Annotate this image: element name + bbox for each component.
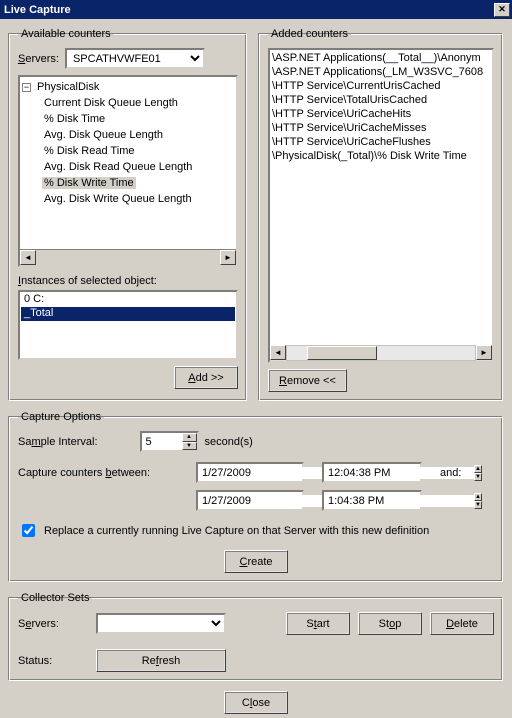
refresh-button[interactable]: Refresh [96,649,226,672]
scroll-right-icon[interactable]: ► [220,250,236,265]
collector-servers-label: Servers: [18,618,88,630]
add-button[interactable]: Add >> [174,366,238,389]
window-title: Live Capture [4,4,71,16]
spin-down-icon[interactable]: ▼ [474,501,482,509]
tree-item[interactable]: % Disk Write Time [42,175,234,191]
capture-legend: Capture Options [18,411,104,423]
tree-scrollbar[interactable]: ◄ ► [20,249,236,265]
tree-root-row[interactable]: − PhysicalDisk [22,79,234,95]
tree-item[interactable]: % Disk Read Time [42,143,234,159]
list-item[interactable]: \HTTP Service\TotalUrisCached [272,94,490,108]
start-date-picker[interactable]: ▼ [196,462,304,483]
tree-item-label: Avg. Disk Write Queue Length [42,193,194,205]
servers-label: Servers: [18,53,59,65]
sample-interval-input[interactable] [142,433,182,450]
create-button[interactable]: Create [224,550,288,573]
scroll-left-icon[interactable]: ◄ [270,345,286,360]
collector-sets-group: Collector Sets Servers: Start Stop Delet… [9,592,503,681]
start-time-spinner[interactable]: ▲▼ [322,462,422,483]
collapse-icon[interactable]: − [22,83,31,92]
titlebar: Live Capture ✕ [0,0,512,19]
added-listbox[interactable]: \ASP.NET Applications(__Total__)\Anonym\… [268,48,494,363]
status-label: Status: [18,655,88,667]
start-button[interactable]: Start [286,612,350,635]
sample-unit-label: second(s) [205,436,253,448]
delete-button[interactable]: Delete [430,612,494,635]
spin-up-icon[interactable]: ▲ [182,433,197,442]
list-item[interactable]: \HTTP Service\UriCacheMisses [272,122,490,136]
scrollbar-thumb[interactable] [307,346,377,360]
server-select[interactable]: SPCATHVWFE01 [65,48,205,69]
replace-label: Replace a currently running Live Capture… [44,525,429,537]
tree-item-label: % Disk Read Time [42,145,136,157]
tree-item[interactable]: Avg. Disk Read Queue Length [42,159,234,175]
replace-checkbox[interactable] [22,524,35,537]
spin-up-icon[interactable]: ▲ [474,493,482,501]
tree-root-label: PhysicalDisk [35,81,101,93]
added-legend: Added counters [268,28,351,40]
sample-interval-label: Sample Interval: [18,436,98,448]
instances-listbox[interactable]: 0 C:_Total [18,290,238,360]
remove-button[interactable]: Remove << [268,369,347,392]
list-item[interactable]: \ASP.NET Applications(__Total__)\Anonym [272,52,490,66]
list-item[interactable]: \HTTP Service\UriCacheHits [272,108,490,122]
tree-item-label: Current Disk Queue Length [42,97,180,109]
tree-item-label: % Disk Write Time [42,177,136,189]
list-item[interactable]: _Total [21,307,235,321]
end-time-input[interactable] [324,495,474,507]
available-legend: Available counters [18,28,114,40]
collector-server-select[interactable] [96,613,226,634]
capture-options-group: Capture Options Sample Interval: ▲▼ seco… [9,411,503,582]
end-time-spinner[interactable]: ▲▼ [322,490,422,511]
tree-item[interactable]: Avg. Disk Write Queue Length [42,191,234,207]
instances-label: Instances of selected object: [18,275,238,287]
list-item[interactable]: 0 C: [21,293,235,307]
list-item[interactable]: \ASP.NET Applications(_LM_W3SVC_7608 [272,66,490,80]
and-label: and: [440,467,494,479]
available-counters-group: Available counters Servers: SPCATHVWFE01… [9,28,247,401]
end-date-picker[interactable]: ▼ [196,490,304,511]
added-scrollbar[interactable]: ◄ ► [270,345,492,361]
spin-down-icon[interactable]: ▼ [182,442,197,451]
tree-item[interactable]: Avg. Disk Queue Length [42,127,234,143]
tree-item[interactable]: % Disk Time [42,111,234,127]
counter-tree[interactable]: − PhysicalDisk Current Disk Queue Length… [18,75,238,267]
collector-legend: Collector Sets [18,592,92,604]
stop-button[interactable]: Stop [358,612,422,635]
scroll-left-icon[interactable]: ◄ [20,250,36,265]
tree-item[interactable]: Current Disk Queue Length [42,95,234,111]
close-icon[interactable]: ✕ [494,3,510,17]
sample-interval-spinner[interactable]: ▲▼ [140,431,199,452]
list-item[interactable]: \HTTP Service\UriCacheFlushes [272,136,490,150]
close-button[interactable]: Close [224,691,288,714]
tree-item-label: Avg. Disk Queue Length [42,129,165,141]
tree-item-label: Avg. Disk Read Queue Length [42,161,194,173]
added-counters-group: Added counters \ASP.NET Applications(__T… [259,28,503,401]
list-item[interactable]: \PhysicalDisk(_Total)\% Disk Write Time [272,150,490,164]
window-body: Available counters Servers: SPCATHVWFE01… [0,19,512,718]
between-label: Capture counters between: [18,467,188,479]
scroll-right-icon[interactable]: ► [476,345,492,360]
list-item[interactable]: \HTTP Service\CurrentUrisCached [272,80,490,94]
tree-item-label: % Disk Time [42,113,107,125]
